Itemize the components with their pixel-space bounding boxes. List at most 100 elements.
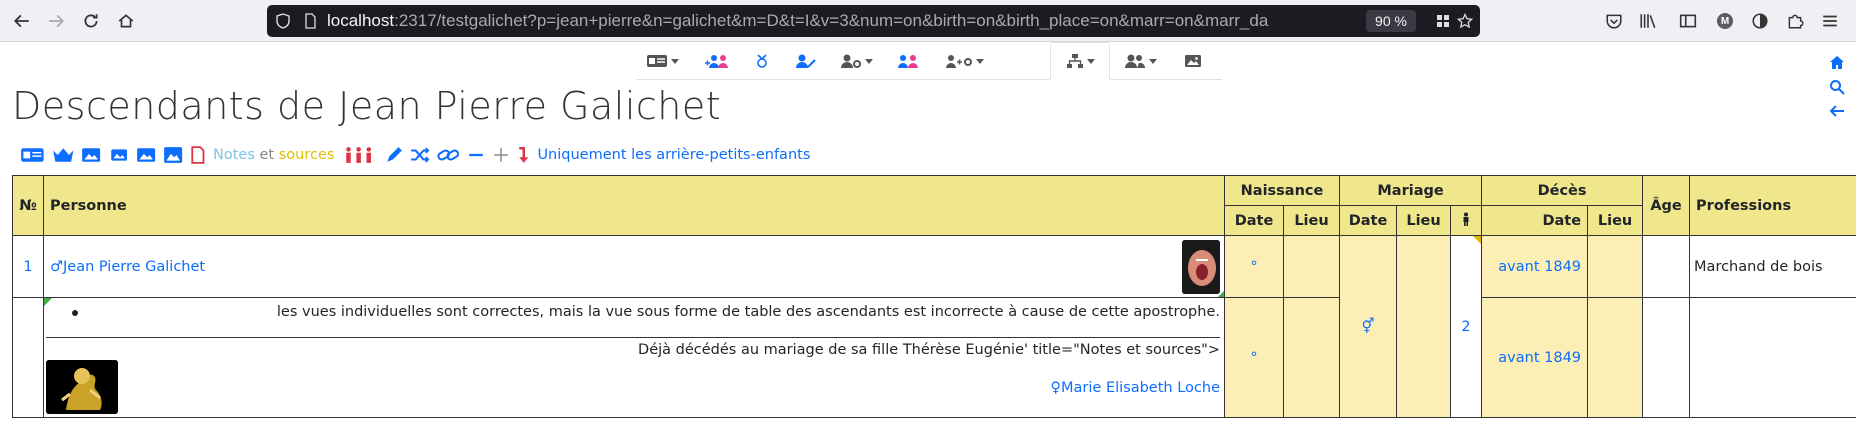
home-icon[interactable] (114, 9, 138, 33)
note-text: les vues individuelles sont correctes, m… (276, 304, 1220, 320)
descendants-table: № Personne Naissance Mariage Décès Âge P… (12, 175, 1856, 418)
level-down-icon[interactable] (517, 145, 531, 165)
privacy-icon[interactable] (1748, 9, 1772, 33)
address-bar[interactable]: localhost:2317/testgalichet?p=jean+pierr… (267, 5, 1480, 37)
spouse-age-cell (1642, 297, 1691, 418)
note-marker (44, 298, 52, 306)
person-cell: ♂Jean Pierre Galichet (43, 235, 1225, 298)
notes-and-sources-toggle[interactable]: Notes et sources (213, 147, 334, 163)
spouse-profession-cell (1689, 297, 1856, 418)
col-number: № (12, 175, 44, 236)
image-small-icon[interactable] (109, 145, 129, 165)
user-cog-icon (840, 54, 861, 68)
library-icon[interactable] (1636, 9, 1660, 33)
pen-icon[interactable] (385, 145, 403, 165)
image-icon[interactable] (81, 145, 101, 165)
birth-date-cell: ° (1224, 235, 1284, 298)
forward-arrow-icon[interactable] (44, 9, 68, 33)
couple-add-icon (705, 55, 728, 68)
crown-icon[interactable] (52, 145, 75, 165)
menu-icon[interactable] (1818, 9, 1842, 33)
link-icon[interactable] (437, 145, 460, 165)
birth-place-cell (1282, 235, 1341, 298)
tab-tools[interactable] (936, 42, 992, 80)
only-great-grandchildren-link[interactable]: Uniquement les arrière-petits-enfants (537, 147, 810, 163)
tab-descendants[interactable] (1050, 42, 1110, 80)
col-birth-place: Lieu (1282, 205, 1341, 236)
display-options-toolbar: Notes et sources Uniquement les arrière-… (20, 144, 810, 166)
plus-icon[interactable] (492, 145, 510, 165)
page-info-icon[interactable] (302, 13, 318, 29)
tab-family[interactable] (696, 42, 738, 80)
tab-user-settings[interactable] (832, 42, 880, 80)
spouse-photo[interactable] (46, 360, 118, 414)
document-icon[interactable] (190, 145, 206, 165)
marriage-place-cell (1396, 235, 1452, 418)
site-nav-tabs (636, 42, 1222, 80)
person-photo[interactable] (1182, 240, 1220, 294)
zoom-level-badge[interactable]: 90 % (1366, 10, 1416, 32)
death-place-cell (1587, 235, 1644, 298)
col-professions: Professions (1689, 175, 1856, 236)
female-symbol-icon: ♀ (1050, 380, 1062, 396)
list-bullet (72, 310, 78, 316)
user-edit-icon (796, 54, 816, 68)
page-title: Descendants de Jean Pierre Galichet (12, 84, 722, 128)
puzzle-extension-icon[interactable] (1783, 9, 1807, 33)
family-tree-icon (757, 54, 767, 68)
id-card-icon[interactable] (20, 145, 45, 165)
extensions-grid-icon[interactable] (1435, 13, 1451, 29)
users-icon (1124, 54, 1145, 68)
table-row: les vues individuelles sont correctes, m… (12, 297, 1856, 418)
right-side-icons (1826, 52, 1848, 124)
spouse-birth-date-cell: ° (1224, 297, 1284, 418)
col-death-place: Lieu (1587, 205, 1644, 236)
image-large-icon[interactable] (163, 145, 183, 165)
back-arrow-icon[interactable] (1826, 100, 1848, 122)
row-number-empty (12, 297, 44, 418)
table-row: 1 ♂Jean Pierre Galichet ° ⚥ 2 avant 1849 (12, 235, 1856, 418)
note-marker (1473, 236, 1482, 244)
family-members-icon[interactable] (344, 145, 378, 165)
divider (46, 337, 1220, 338)
marriage-symbol-icon[interactable]: ⚥ (1361, 319, 1374, 335)
col-age: Âge (1642, 175, 1691, 236)
spouse-link[interactable]: ♀Marie Elisabeth Loche (1050, 380, 1220, 396)
shield-icon[interactable] (275, 13, 291, 29)
death-date-cell: avant 1849 (1481, 235, 1589, 298)
tab-relations[interactable] (1114, 42, 1166, 80)
note-marker (1218, 291, 1224, 297)
url-text[interactable]: localhost:2317/testgalichet?p=jean+pierr… (327, 11, 1327, 33)
col-birth: Naissance (1223, 175, 1341, 206)
sidebar-icon[interactable] (1676, 9, 1700, 33)
tab-images[interactable] (1172, 42, 1214, 80)
search-icon[interactable] (1826, 76, 1848, 98)
tab-ascendants[interactable] (744, 42, 780, 80)
col-death-date: Date (1481, 205, 1589, 236)
col-marriage: Mariage (1339, 175, 1483, 206)
pocket-icon[interactable] (1602, 9, 1626, 33)
child-icon (1463, 212, 1469, 226)
home-icon[interactable] (1826, 52, 1848, 74)
bookmark-star-icon[interactable] (1457, 13, 1473, 29)
col-birth-date: Date (1224, 205, 1284, 236)
reload-icon[interactable] (79, 9, 103, 33)
browser-toolbar: localhost:2317/testgalichet?p=jean+pierr… (0, 0, 1856, 42)
col-children (1450, 205, 1483, 236)
image-medium-icon[interactable] (136, 145, 156, 165)
children-count-cell: 2 (1450, 235, 1483, 418)
tab-edit-person[interactable] (786, 42, 826, 80)
account-avatar[interactable]: M (1713, 9, 1737, 33)
shuffle-icon[interactable] (410, 145, 430, 165)
marriage-date-cell: ⚥ (1339, 235, 1398, 418)
back-arrow-icon[interactable] (10, 9, 34, 33)
users-cog-icon (945, 55, 972, 68)
person-link[interactable]: ♂Jean Pierre Galichet (50, 259, 205, 275)
tab-individual[interactable] (636, 42, 688, 80)
minus-icon[interactable] (467, 145, 485, 165)
tab-edit-family[interactable] (886, 42, 930, 80)
col-person: Personne (43, 175, 1225, 236)
couple-edit-icon (898, 55, 918, 68)
url-fade (1267, 8, 1337, 34)
spouse-death-date-cell: avant 1849 (1481, 297, 1589, 418)
